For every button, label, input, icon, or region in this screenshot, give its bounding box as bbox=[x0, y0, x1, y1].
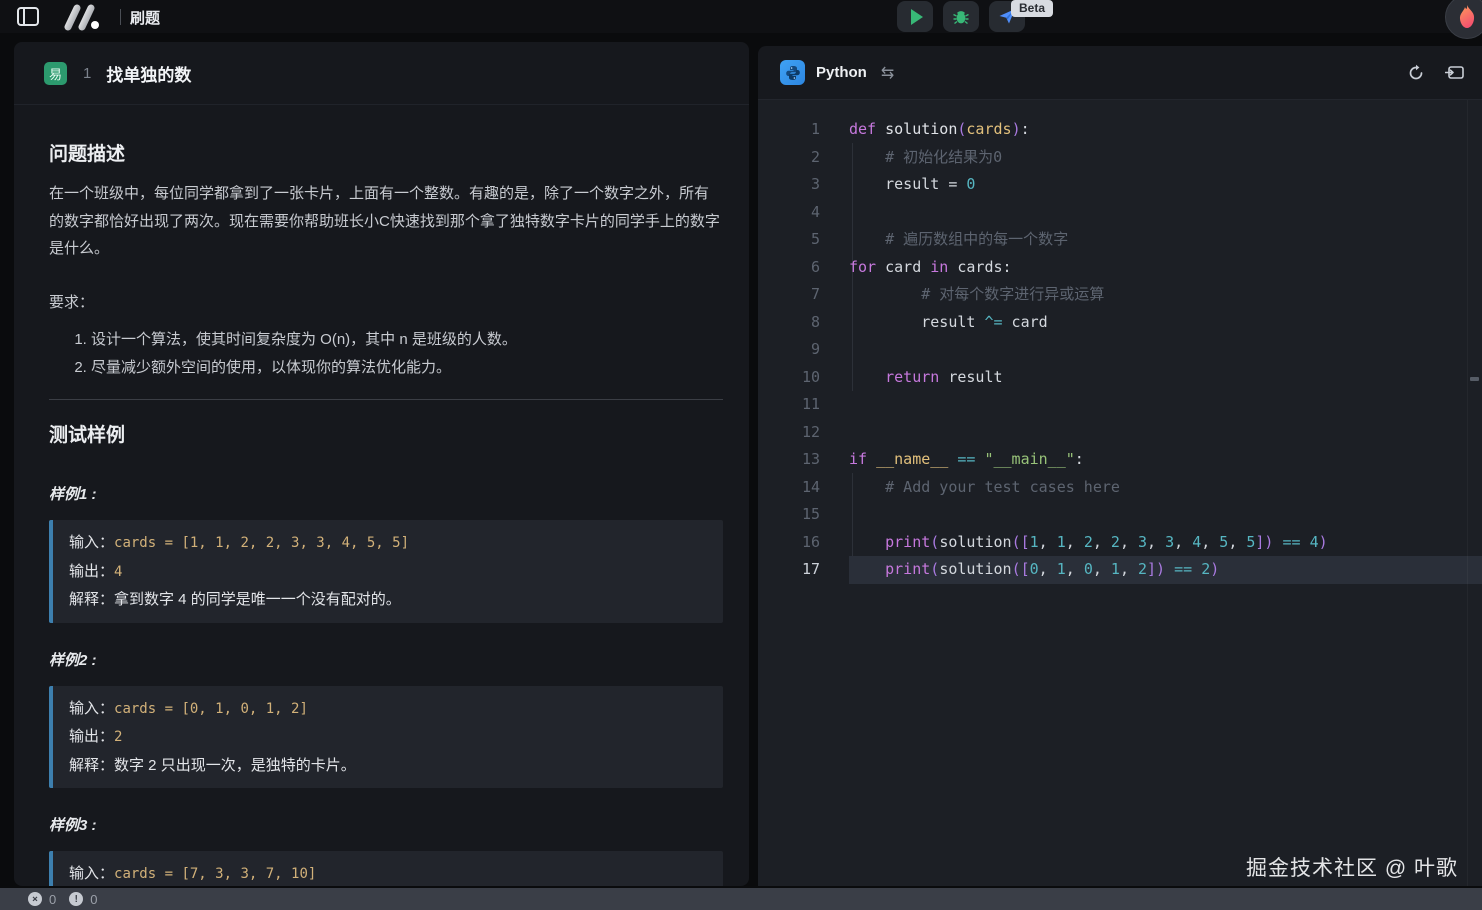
line-number: 5 bbox=[758, 226, 820, 254]
avatar[interactable] bbox=[1445, 0, 1482, 39]
line-number: 14 bbox=[758, 474, 820, 502]
difficulty-badge: 易 bbox=[44, 62, 67, 85]
sample-row: 输出：4 bbox=[69, 558, 707, 587]
code-line bbox=[849, 199, 1482, 227]
code-line bbox=[849, 336, 1482, 364]
code-line: for card in cards: bbox=[849, 254, 1482, 282]
code-line bbox=[849, 391, 1482, 419]
layout-toggle-icon[interactable] bbox=[1445, 65, 1464, 82]
samples-container: 样例1 : 输入：cards = [1, 1, 2, 2, 3, 3, 4, 5,… bbox=[49, 483, 723, 886]
sample-row: 输入：cards = [0, 1, 0, 1, 2] bbox=[69, 695, 707, 724]
editor-gutter: 1234567891011121314151617 bbox=[758, 116, 820, 584]
line-number: 9 bbox=[758, 336, 820, 364]
line-number: 16 bbox=[758, 529, 820, 557]
topbar-divider bbox=[120, 9, 121, 25]
problem-panel: 易 1 找单独的数 问题描述 在一个班级中，每位同学都拿到了一张卡片，上面有一个… bbox=[14, 42, 749, 886]
code-line: # 遍历数组中的每一个数字 bbox=[849, 226, 1482, 254]
code-line bbox=[849, 419, 1482, 447]
line-number: 1 bbox=[758, 116, 820, 144]
beta-badge: Beta bbox=[1011, 0, 1053, 17]
python-icon bbox=[780, 60, 805, 85]
app-title: 刷题 bbox=[130, 7, 160, 28]
sample-box: 输入：cards = [1, 1, 2, 2, 3, 3, 4, 5, 5]输出… bbox=[49, 520, 723, 623]
line-number: 13 bbox=[758, 446, 820, 474]
line-number: 3 bbox=[758, 171, 820, 199]
app-root: 刷题 Beta bbox=[0, 0, 1482, 910]
bug-icon bbox=[952, 8, 970, 26]
debug-button[interactable] bbox=[943, 1, 979, 32]
code-line: # 对每个数字进行异或运算 bbox=[849, 281, 1482, 309]
problem-title: 找单独的数 bbox=[106, 61, 191, 86]
requirement-item: 设计一个算法，使其时间复杂度为 O(n)，其中 n 是班级的人数。 bbox=[91, 326, 723, 354]
flame-icon bbox=[1455, 4, 1479, 30]
code-line: # 初始化结果为0 bbox=[849, 144, 1482, 172]
sidebar-toggle-icon[interactable] bbox=[17, 7, 39, 26]
sample-box: 输入：cards = [0, 1, 0, 1, 2]输出：2解释：数字 2 只出… bbox=[49, 686, 723, 789]
problem-body: 问题描述 在一个班级中，每位同学都拿到了一张卡片，上面有一个整数。有趣的是，除了… bbox=[14, 139, 749, 886]
problem-index: 1 bbox=[83, 65, 91, 82]
sample-label: 样例2 : bbox=[49, 649, 723, 670]
line-number: 6 bbox=[758, 254, 820, 282]
description-heading: 问题描述 bbox=[49, 139, 723, 166]
code-panel: Python ⇆ 12345678 bbox=[758, 46, 1482, 886]
line-number: 2 bbox=[758, 144, 820, 172]
watermark-text: 掘金技术社区 @ 叶歌 bbox=[1246, 852, 1458, 882]
sample-row: 解释：拿到数字 4 的同学是唯一一个没有配对的。 bbox=[69, 586, 707, 614]
status-bar: × 0 ! 0 bbox=[0, 888, 1482, 910]
samples-heading: 测试样例 bbox=[49, 420, 723, 447]
code-line: return result bbox=[849, 364, 1482, 392]
run-button[interactable] bbox=[897, 1, 933, 32]
line-number: 11 bbox=[758, 391, 820, 419]
code-line: result = 0 bbox=[849, 171, 1482, 199]
warnings-count[interactable]: 0 bbox=[90, 892, 97, 907]
line-number: 12 bbox=[758, 419, 820, 447]
sample-box: 输入：cards = [7, 3, 3, 7, 10]输出：10 bbox=[49, 851, 723, 886]
code-line: print(solution([1, 1, 2, 2, 3, 3, 4, 5, … bbox=[849, 529, 1482, 557]
requirements-list: 设计一个算法，使其时间复杂度为 O(n)，其中 n 是班级的人数。 尽量减少额外… bbox=[49, 326, 723, 381]
line-number: 15 bbox=[758, 501, 820, 529]
problem-header: 易 1 找单独的数 bbox=[14, 42, 749, 105]
errors-icon[interactable]: × bbox=[28, 892, 42, 906]
top-bar: 刷题 Beta bbox=[0, 0, 1482, 33]
line-number: 17 bbox=[758, 556, 820, 584]
minimap-scrollbar[interactable] bbox=[1467, 100, 1482, 886]
editor-code: def solution(cards): # 初始化结果为0 result = … bbox=[849, 116, 1482, 584]
code-line: # Add your test cases here bbox=[849, 474, 1482, 502]
code-line: def solution(cards): bbox=[849, 116, 1482, 144]
errors-count[interactable]: 0 bbox=[49, 892, 56, 907]
language-switch-icon[interactable]: ⇆ bbox=[881, 63, 894, 83]
sample-label: 样例1 : bbox=[49, 483, 723, 504]
language-label: Python bbox=[816, 64, 867, 81]
code-line: print(solution([0, 1, 0, 1, 2]) == 2) bbox=[849, 556, 1482, 584]
sample-row: 解释：数字 2 只出现一次，是独特的卡片。 bbox=[69, 752, 707, 780]
requirement-item: 尽量减少额外空间的使用，以体现你的算法优化能力。 bbox=[91, 354, 723, 382]
line-number: 8 bbox=[758, 309, 820, 337]
code-line: if __name__ == "__main__": bbox=[849, 446, 1482, 474]
code-line bbox=[849, 501, 1482, 529]
warnings-icon[interactable]: ! bbox=[69, 892, 83, 906]
sample-row: 输出：2 bbox=[69, 723, 707, 752]
line-number: 7 bbox=[758, 281, 820, 309]
description-text: 在一个班级中，每位同学都拿到了一张卡片，上面有一个整数。有趣的是，除了一个数字之… bbox=[49, 180, 723, 263]
sample-row: 输入：cards = [7, 3, 3, 7, 10] bbox=[69, 860, 707, 886]
marscode-logo-icon[interactable] bbox=[62, 3, 108, 31]
code-line: result ^= card bbox=[849, 309, 1482, 337]
minimap-marker bbox=[1470, 377, 1479, 381]
line-number: 10 bbox=[758, 364, 820, 392]
line-number: 4 bbox=[758, 199, 820, 227]
sample-label: 样例3 : bbox=[49, 814, 723, 835]
section-divider bbox=[49, 399, 723, 400]
code-editor[interactable]: 1234567891011121314151617 def solution(c… bbox=[758, 100, 1482, 886]
editor-header: Python ⇆ bbox=[758, 46, 1482, 100]
play-icon bbox=[911, 9, 923, 25]
reset-code-icon[interactable] bbox=[1407, 64, 1425, 82]
requirements-label: 要求： bbox=[49, 289, 723, 317]
sample-row: 输入：cards = [1, 1, 2, 2, 3, 3, 4, 5, 5] bbox=[69, 529, 707, 558]
